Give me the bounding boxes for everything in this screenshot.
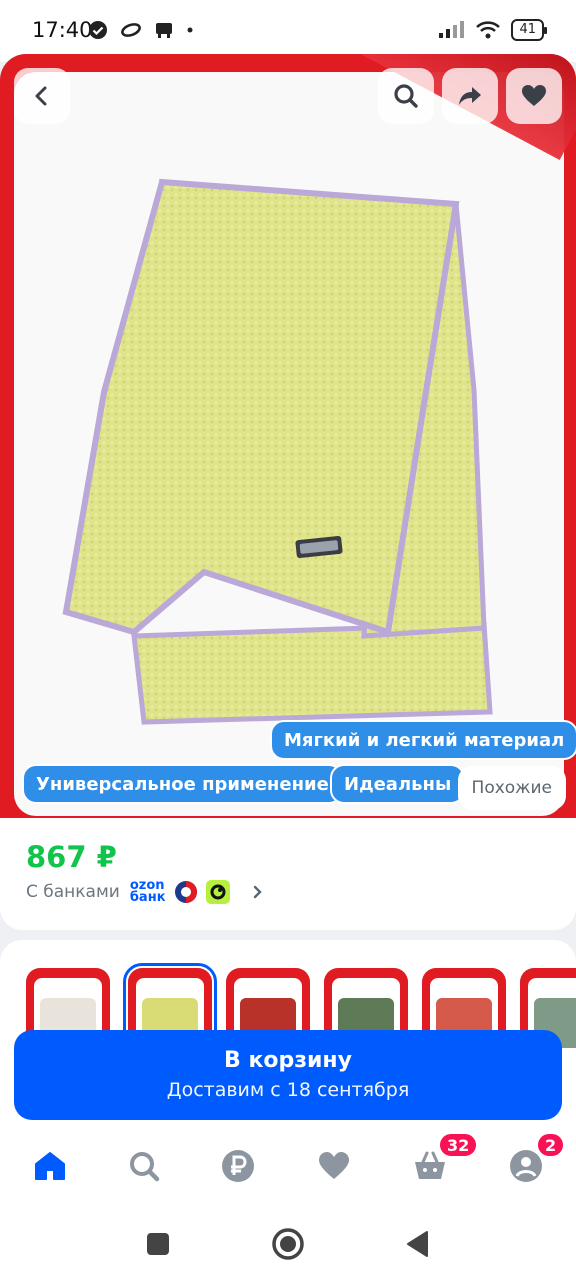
search-icon: [394, 84, 418, 108]
tab-favorites[interactable]: [314, 1146, 354, 1186]
favorite-button[interactable]: [506, 68, 562, 124]
tab-finance[interactable]: [218, 1146, 258, 1186]
feature-badge: Универсальное применение: [22, 764, 343, 804]
feature-badge: Мягкий и легкий материал: [270, 720, 576, 760]
bank-logo-icon: [174, 881, 197, 903]
dot-icon: [187, 27, 193, 33]
status-notification-icons: [88, 20, 194, 40]
feature-badge: Идеальны: [330, 764, 466, 804]
shop-icon: [156, 23, 172, 38]
ruble-icon: [222, 1150, 254, 1182]
link-icon: [121, 23, 141, 37]
price-card: 867 ₽ С банками ozon банк: [0, 818, 576, 930]
home-system-button[interactable]: [268, 1224, 308, 1264]
product-photo: [14, 72, 564, 816]
heart-icon: [319, 1152, 349, 1179]
status-time: 17:40: [32, 18, 93, 42]
product-image-gallery[interactable]: Мягкий и легкий материал Универсальное п…: [0, 54, 576, 826]
add-to-cart-button[interactable]: В корзину Доставим с 18 сентября: [14, 1030, 562, 1120]
wifi-icon: [476, 21, 501, 39]
similar-button[interactable]: Похожие: [457, 766, 566, 810]
ozon-bank-logo: ozon банк: [129, 878, 166, 905]
back-system-button[interactable]: [398, 1224, 438, 1264]
profile-count-badge: 2: [536, 1132, 566, 1158]
search-button[interactable]: [378, 68, 434, 124]
scarf-image: [62, 178, 493, 725]
status-system-icons: 41: [437, 19, 547, 41]
cart-count-badge: 32: [438, 1132, 479, 1158]
bottom-tab-bar: 32 2: [0, 1128, 576, 1206]
bank-offers-row[interactable]: С банками ozon банк: [26, 878, 266, 905]
sber-logo-icon: [205, 880, 230, 904]
add-to-cart-label: В корзину: [224, 1048, 352, 1073]
battery-indicator: 41: [511, 19, 547, 41]
tab-home[interactable]: [30, 1146, 70, 1186]
triangle-back-icon: [407, 1231, 428, 1257]
home-icon: [35, 1152, 65, 1180]
signal-icon: [439, 21, 465, 38]
delivery-date-label: Доставим с 18 сентября: [166, 1079, 410, 1101]
recents-button[interactable]: [138, 1224, 178, 1264]
system-nav-bar: [0, 1206, 576, 1280]
chevron-left-icon: [35, 86, 47, 106]
share-button[interactable]: [442, 68, 498, 124]
product-price: 867 ₽: [26, 840, 117, 874]
banks-label: С банками: [26, 882, 120, 902]
search-icon: [130, 1152, 160, 1182]
share-icon: [459, 87, 481, 105]
square-icon: [147, 1233, 169, 1255]
status-bar: 17:40 41: [0, 0, 576, 62]
tab-search[interactable]: [124, 1146, 164, 1186]
chevron-right-icon: [253, 885, 262, 899]
heart-icon: [522, 85, 546, 106]
back-button[interactable]: [14, 68, 70, 124]
circle-icon: [272, 1228, 304, 1260]
check-circle-icon: [89, 21, 107, 39]
